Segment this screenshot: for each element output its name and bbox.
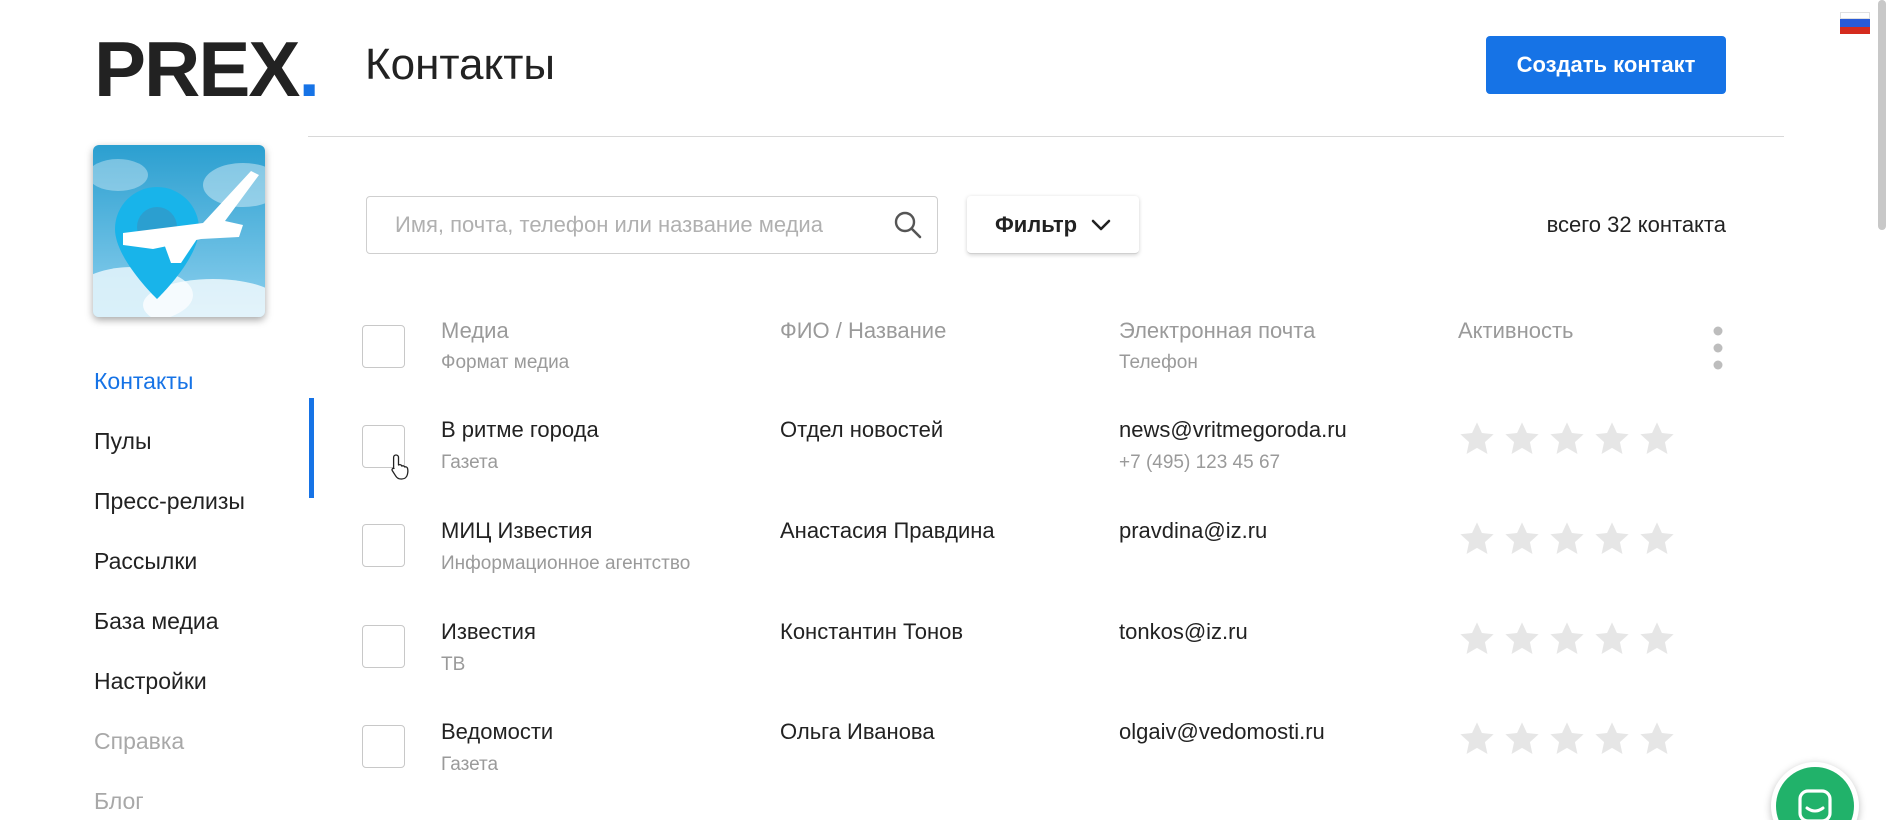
row-checkbox[interactable]	[362, 625, 405, 668]
page-scrollbar[interactable]	[1878, 0, 1886, 230]
sidebar-nav: Контакты Пулы Пресс-релизы Рассылки База…	[94, 368, 245, 820]
row-media-format: Газета	[441, 754, 499, 775]
row-media-format: Информационное агентство	[441, 553, 691, 574]
star-icon[interactable]	[1503, 420, 1541, 458]
select-all-checkbox[interactable]	[362, 325, 405, 368]
star-icon[interactable]	[1638, 520, 1676, 558]
search-icon[interactable]	[893, 210, 923, 240]
sidebar-item-contacts[interactable]: Контакты	[94, 368, 245, 428]
sidebar-item-pools[interactable]: Пулы	[94, 428, 245, 488]
star-icon[interactable]	[1638, 420, 1676, 458]
row-media-format: ТВ	[441, 654, 466, 675]
row-media: В ритме города	[441, 417, 599, 442]
row-phone: +7 (495) 123 45 67	[1119, 452, 1281, 473]
filter-label: Фильтр	[994, 211, 1078, 237]
chat-icon	[1798, 789, 1832, 820]
column-header-email[interactable]: Электронная почта	[1119, 318, 1315, 344]
star-icon[interactable]	[1548, 720, 1586, 758]
star-icon[interactable]	[1638, 620, 1676, 658]
star-icon[interactable]	[1593, 720, 1631, 758]
row-media: МИЦ Известия	[441, 518, 593, 543]
logo-text: PREX	[94, 25, 300, 113]
row-media: Ведомости	[441, 719, 554, 744]
row-media: Известия	[441, 619, 536, 644]
column-header-phone: Телефон	[1119, 352, 1198, 373]
star-icon[interactable]	[1593, 520, 1631, 558]
star-icon[interactable]	[1458, 520, 1496, 558]
star-icon[interactable]	[1503, 520, 1541, 558]
sidebar-item-settings[interactable]: Настройки	[94, 668, 245, 728]
row-rating[interactable]	[1458, 420, 1676, 458]
star-icon[interactable]	[1593, 620, 1631, 658]
page-title: Контакты	[365, 40, 556, 89]
sidebar-item-mailings[interactable]: Рассылки	[94, 548, 245, 608]
row-media-format: Газета	[441, 452, 499, 473]
star-icon[interactable]	[1458, 720, 1496, 758]
total-number: 32	[1607, 212, 1632, 237]
column-header-name[interactable]: ФИО / Название	[780, 318, 946, 344]
row-rating[interactable]	[1458, 520, 1676, 558]
chevron-down-icon	[1091, 219, 1111, 230]
row-checkbox[interactable]	[362, 524, 405, 567]
kebab-menu-icon[interactable]	[1712, 325, 1724, 371]
star-icon[interactable]	[1548, 420, 1586, 458]
row-name: Отдел новостей	[780, 417, 944, 442]
chat-widget-button[interactable]	[1771, 762, 1859, 820]
total-suffix: контакта	[1631, 212, 1726, 237]
create-contact-button[interactable]: Создать контакт	[1486, 36, 1726, 94]
search-input[interactable]	[366, 196, 938, 254]
active-row-indicator	[309, 398, 314, 498]
row-email: olgaiv@vedomosti.ru	[1119, 719, 1325, 744]
star-icon[interactable]	[1503, 720, 1541, 758]
star-icon[interactable]	[1503, 620, 1541, 658]
row-email: tonkos@iz.ru	[1119, 619, 1248, 644]
contacts-total-count: всего 32 контакта	[1480, 212, 1726, 238]
row-rating[interactable]	[1458, 620, 1676, 658]
star-icon[interactable]	[1458, 620, 1496, 658]
row-email: pravdina@iz.ru	[1119, 518, 1268, 543]
star-icon[interactable]	[1638, 720, 1676, 758]
prex-logo[interactable]: PREX.	[94, 30, 320, 108]
row-email: news@vritmegoroda.ru	[1119, 417, 1347, 442]
header-divider	[308, 136, 1784, 137]
airplane-pin-icon	[93, 145, 265, 317]
star-icon[interactable]	[1548, 520, 1586, 558]
row-name: Константин Тонов	[780, 619, 964, 644]
star-icon[interactable]	[1548, 620, 1586, 658]
star-icon[interactable]	[1593, 420, 1631, 458]
filter-dropdown-button[interactable]: Фильтр	[967, 196, 1139, 254]
row-name: Ольга Иванова	[780, 719, 935, 744]
sidebar-item-blog[interactable]: Блог	[94, 788, 245, 820]
row-rating[interactable]	[1458, 720, 1676, 758]
sidebar-item-press-releases[interactable]: Пресс-релизы	[94, 488, 245, 548]
row-name: Анастасия Правдина	[780, 518, 995, 543]
organization-avatar[interactable]	[93, 145, 265, 317]
star-icon[interactable]	[1458, 420, 1496, 458]
column-header-media[interactable]: Медиа	[441, 318, 509, 344]
row-checkbox[interactable]	[362, 725, 405, 768]
sidebar-item-media-base[interactable]: База медиа	[94, 608, 245, 668]
column-header-activity[interactable]: Активность	[1458, 318, 1574, 344]
column-header-media-format: Формат медиа	[441, 352, 570, 373]
hand-cursor-icon	[391, 454, 409, 480]
sidebar-item-help[interactable]: Справка	[94, 728, 245, 788]
russian-flag-icon[interactable]	[1840, 12, 1870, 34]
logo-dot: .	[298, 25, 320, 113]
total-prefix: всего	[1546, 212, 1608, 237]
